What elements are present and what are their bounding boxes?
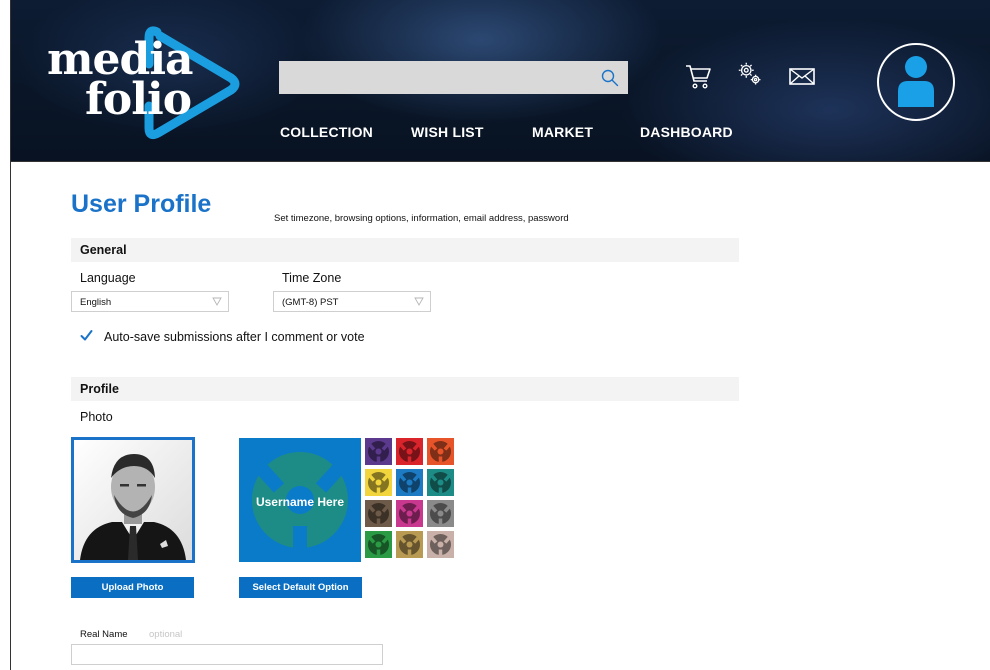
- real-name-hint: optional: [149, 629, 183, 640]
- autosave-checkbox[interactable]: [80, 329, 93, 342]
- search-input[interactable]: [279, 61, 589, 94]
- profile-heading: Profile: [80, 382, 119, 396]
- default-avatar-option[interactable]: Username Here: [239, 438, 361, 562]
- profile-section-header: Profile: [71, 377, 739, 401]
- record-adapter-icon: [367, 534, 389, 555]
- avatar-color-swatch[interactable]: [427, 500, 454, 527]
- real-name-input[interactable]: [71, 644, 383, 665]
- nav-collection[interactable]: COLLECTION: [280, 124, 373, 144]
- page-title: User Profile: [71, 190, 212, 218]
- real-name-label: Real Name: [80, 629, 128, 640]
- record-adapter-icon: [429, 441, 451, 462]
- logo-text-folio: folio: [85, 74, 192, 125]
- timezone-select[interactable]: (GMT-8) PST: [273, 291, 431, 312]
- timezone-value: (GMT-8) PST: [282, 297, 339, 308]
- gear-icon[interactable]: [735, 60, 765, 88]
- avatar-color-swatch[interactable]: [365, 469, 392, 496]
- cart-icon[interactable]: [683, 62, 713, 90]
- record-adapter-icon: [367, 472, 389, 493]
- timezone-label: Time Zone: [282, 271, 342, 285]
- language-select[interactable]: English: [71, 291, 229, 312]
- avatar-color-swatch[interactable]: [365, 531, 392, 558]
- record-adapter-icon: [398, 534, 420, 555]
- user-avatar-icon: [898, 56, 934, 107]
- record-adapter-icon: [398, 441, 420, 462]
- nav-wish-list[interactable]: WISH LIST: [411, 124, 484, 144]
- general-section-header: General: [71, 238, 739, 262]
- avatar-color-swatch[interactable]: [365, 438, 392, 465]
- search-icon[interactable]: [600, 68, 620, 88]
- site-header: media folio COLLECTION WISH LIST MARKET …: [11, 0, 990, 162]
- language-label: Language: [80, 271, 136, 285]
- photo-label: Photo: [80, 410, 113, 424]
- mediafolio-logo[interactable]: media folio: [45, 24, 245, 142]
- general-heading: General: [80, 243, 127, 257]
- upload-photo-button[interactable]: Upload Photo: [71, 577, 194, 598]
- record-adapter-icon: [429, 472, 451, 493]
- page-subtitle: Set timezone, browsing options, informat…: [274, 213, 569, 224]
- avatar-color-swatch[interactable]: [427, 469, 454, 496]
- avatar-color-swatch[interactable]: [365, 500, 392, 527]
- avatar-color-swatch[interactable]: [396, 438, 423, 465]
- record-adapter-icon: [367, 441, 389, 462]
- record-adapter-icon: [398, 472, 420, 493]
- avatar-color-swatch[interactable]: [427, 438, 454, 465]
- nav-dashboard[interactable]: DASHBOARD: [640, 124, 733, 144]
- search-bar: [279, 61, 628, 94]
- avatar-color-swatch[interactable]: [427, 531, 454, 558]
- default-username: Username Here: [255, 495, 345, 509]
- record-adapter-icon: [367, 503, 389, 524]
- avatar-color-swatch[interactable]: [396, 531, 423, 558]
- select-default-button[interactable]: Select Default Option: [239, 577, 362, 598]
- user-avatar[interactable]: [877, 43, 955, 121]
- profile-photo-image: [74, 440, 192, 560]
- app-frame: media folio COLLECTION WISH LIST MARKET …: [10, 0, 990, 670]
- language-value: English: [80, 297, 112, 308]
- record-adapter-icon: [398, 503, 420, 524]
- mail-icon[interactable]: [787, 62, 817, 90]
- record-adapter-icon: [429, 503, 451, 524]
- chevron-down-icon: [414, 297, 424, 306]
- profile-photo[interactable]: [71, 437, 195, 563]
- record-adapter-icon: [429, 534, 451, 555]
- chevron-down-icon: [212, 297, 222, 306]
- autosave-label: Auto-save submissions after I comment or…: [104, 330, 365, 344]
- avatar-color-swatch[interactable]: [396, 500, 423, 527]
- nav-market[interactable]: MARKET: [532, 124, 593, 144]
- avatar-color-swatch[interactable]: [396, 469, 423, 496]
